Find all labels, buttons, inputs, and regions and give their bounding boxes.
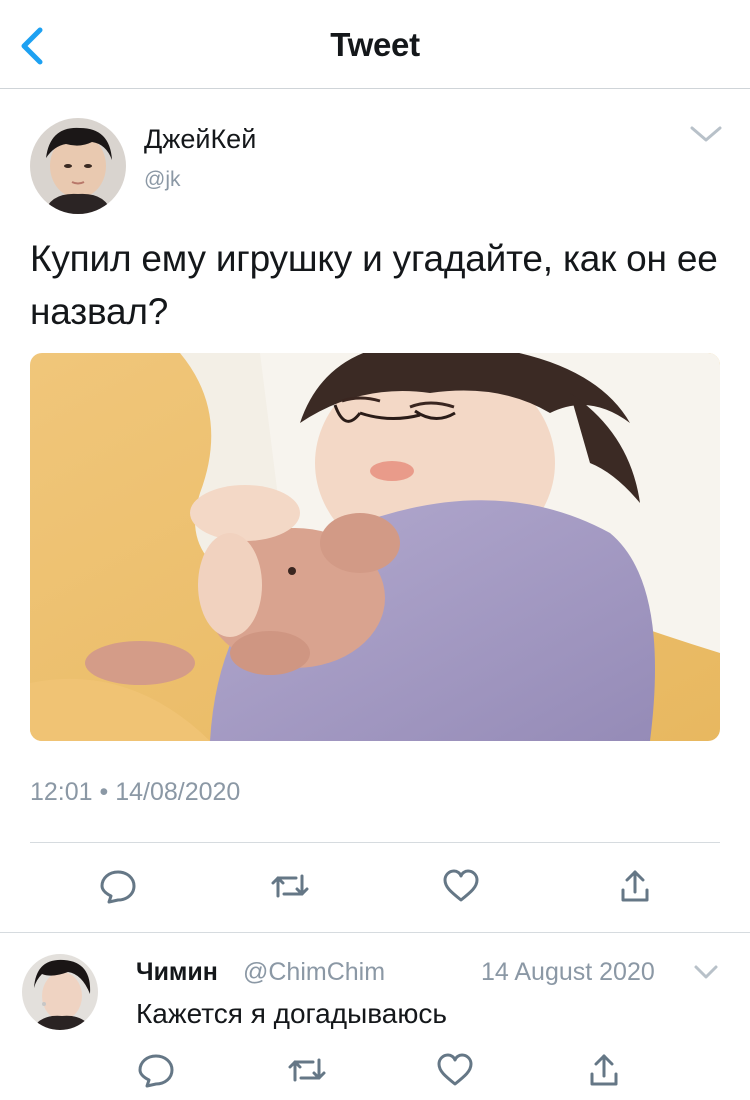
- reply-display-name[interactable]: Чимин: [136, 958, 218, 987]
- chevron-down-icon[interactable]: [688, 122, 724, 146]
- like-icon[interactable]: [435, 1050, 475, 1090]
- display-name[interactable]: ДжейКей: [144, 124, 256, 155]
- share-icon[interactable]: [584, 1050, 624, 1090]
- tweet-timestamp: 12:01 • 14/08/2020: [30, 778, 241, 806]
- reply-icon[interactable]: [136, 1050, 176, 1090]
- share-icon[interactable]: [615, 866, 655, 906]
- retweet-icon[interactable]: [287, 1050, 327, 1090]
- page-title: Tweet: [330, 26, 420, 63]
- chevron-down-icon[interactable]: [693, 962, 719, 982]
- user-handle[interactable]: @jk: [144, 168, 180, 192]
- divider: [0, 932, 750, 933]
- reply-date: 14 August 2020: [481, 958, 655, 986]
- reply-text: Кажется я догадываюсь: [136, 998, 447, 1029]
- like-icon[interactable]: [441, 866, 481, 906]
- tweet-photo[interactable]: [30, 353, 720, 741]
- retweet-icon[interactable]: [270, 866, 310, 906]
- divider: [30, 842, 720, 843]
- nav-bar: Tweet: [0, 0, 750, 89]
- tweet-text: Купил ему игрушку и угадайте, как он ее …: [30, 238, 718, 332]
- avatar[interactable]: [30, 118, 126, 214]
- reply-icon[interactable]: [98, 866, 138, 906]
- reply-handle[interactable]: @ChimChim: [243, 958, 385, 987]
- reply-avatar[interactable]: [22, 954, 98, 1030]
